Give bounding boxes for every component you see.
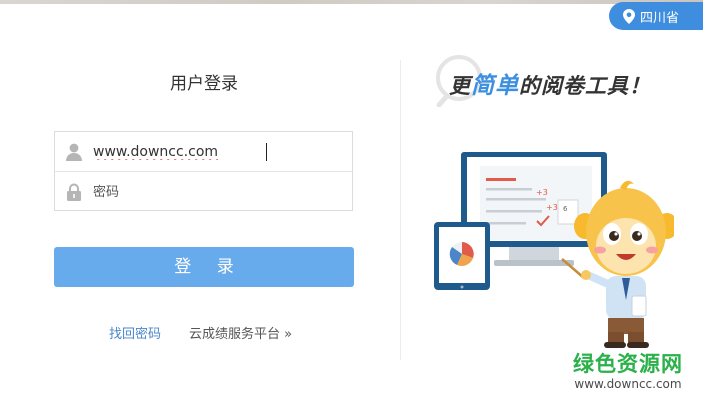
cloud-score-platform-link[interactable]: 云成绩服务平台 » <box>189 323 292 342</box>
login-form-fields <box>54 131 353 211</box>
slogan-text: 更简单的阅卷工具！ <box>449 66 651 100</box>
login-button[interactable]: 登 录 <box>54 247 354 287</box>
svg-text:+3: +3 <box>536 188 548 197</box>
svg-text:+3: +3 <box>546 203 558 212</box>
password-field <box>55 171 352 211</box>
watermark-url: www.downcc.com <box>574 377 682 391</box>
login-title: 用户登录 <box>170 74 238 94</box>
site-watermark: 绿色资源网 www.downcc.com <box>573 348 683 391</box>
svg-text:6: 6 <box>563 205 568 213</box>
forgot-password-link[interactable]: 找回密码 <box>109 323 161 342</box>
text-cursor <box>266 143 267 161</box>
slogan-highlight: 简单 <box>471 73 519 99</box>
slogan-part2: 的阅卷工具！ <box>519 74 651 98</box>
username-field <box>55 132 352 171</box>
password-input[interactable] <box>93 176 333 207</box>
lock-icon <box>55 172 93 211</box>
promo-slogan: 更简单的阅卷工具！ <box>436 52 673 107</box>
watermark-title: 绿色资源网 <box>573 352 683 376</box>
user-icon <box>55 132 93 171</box>
exam-grading-mascot-illustration: +3 +3 6 <box>434 152 674 348</box>
promo-panel: 更简单的阅卷工具！ +3 +3 6 <box>401 0 703 401</box>
username-input[interactable] <box>93 136 333 167</box>
slogan-part1: 更 <box>449 74 471 98</box>
login-panel: 用户登录 登 录 找回密码 云成绩服 <box>0 0 400 401</box>
